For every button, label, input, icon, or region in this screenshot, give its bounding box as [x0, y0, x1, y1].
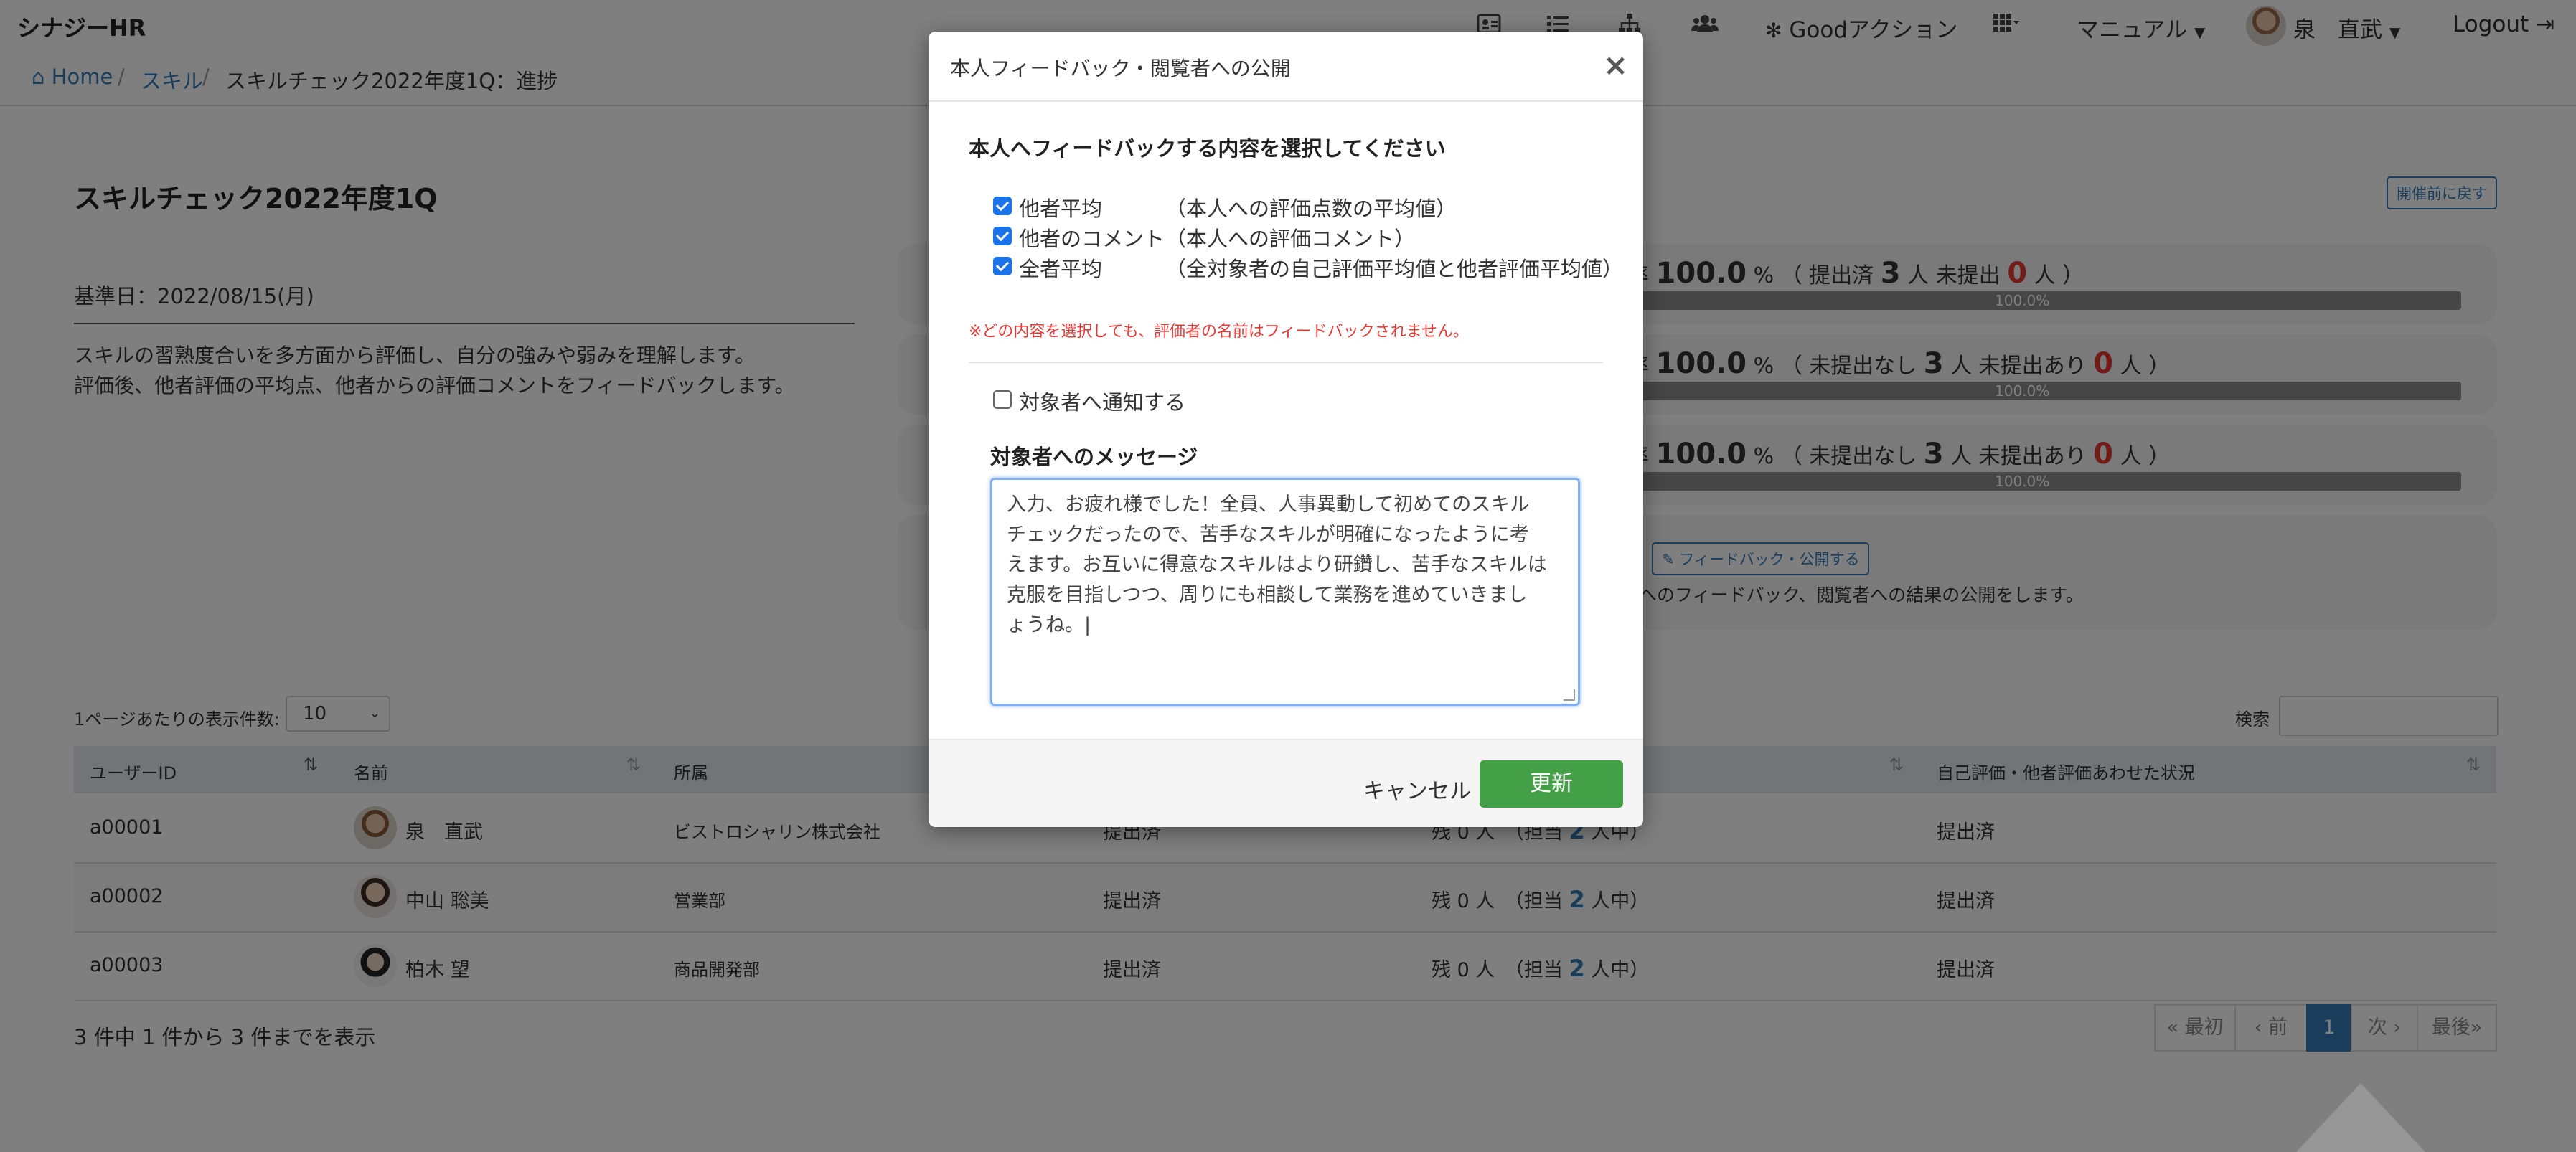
- notify-checkbox[interactable]: [993, 390, 1012, 409]
- option-description: （全対象者の自己評価平均値と他者評価平均値）: [1165, 257, 1624, 281]
- modal-title: 本人フィードバック・閲覧者への公開: [950, 57, 1291, 80]
- message-textarea[interactable]: 入力、お疲れ様でした！全員、人事異動して初めてのスキル チェックだったので、苦手…: [990, 478, 1580, 706]
- modal-section-title: 本人へフィードバックする内容を選択してください: [969, 136, 1446, 161]
- checkbox-other-average[interactable]: [993, 197, 1012, 215]
- message-label: 対象者へのメッセージ: [990, 445, 1198, 469]
- divider: [969, 362, 1603, 363]
- modal-header: 本人フィードバック・閲覧者への公開 ×: [929, 32, 1643, 102]
- message-line: チェックだったので、苦手なスキルが明確になったように考: [1007, 524, 1529, 546]
- option-label: 他者のコメント: [1019, 227, 1165, 251]
- notify-label: 対象者へ通知する: [1019, 390, 1186, 415]
- message-line: えます。お互いに得意なスキルはより研鑽し、苦手なスキルは: [1007, 554, 1547, 576]
- checkbox-all-average[interactable]: [993, 257, 1012, 275]
- scroll-top-shape[interactable]: [2296, 1083, 2425, 1152]
- option-description: （本人への評価点数の平均値）: [1165, 197, 1457, 221]
- message-line: 克服を目指しつつ、周りにも相談して業務を進めていきまし: [1007, 584, 1528, 606]
- message-line: 入力、お疲れ様でした！全員、人事異動して初めてのスキル: [1007, 494, 1530, 516]
- modal-footer: キャンセル 更新: [929, 739, 1643, 827]
- cancel-button[interactable]: キャンセル: [1363, 773, 1471, 805]
- message-line: ょうね。|: [1007, 614, 1091, 636]
- option-description: （本人への評価コメント）: [1165, 227, 1416, 251]
- close-icon[interactable]: ×: [1603, 47, 1628, 82]
- checkbox-other-comment[interactable]: [993, 227, 1012, 245]
- resize-handle[interactable]: [1564, 689, 1575, 701]
- warning-note: ※どの内容を選択しても、評価者の名前はフィードバックされません。: [969, 323, 1469, 341]
- option-label: 全者平均: [1019, 257, 1103, 281]
- feedback-modal: 本人フィードバック・閲覧者への公開 × 本人へフィードバックする内容を選択してく…: [929, 32, 1643, 827]
- option-label: 他者平均: [1019, 197, 1103, 221]
- update-button[interactable]: 更新: [1480, 760, 1623, 808]
